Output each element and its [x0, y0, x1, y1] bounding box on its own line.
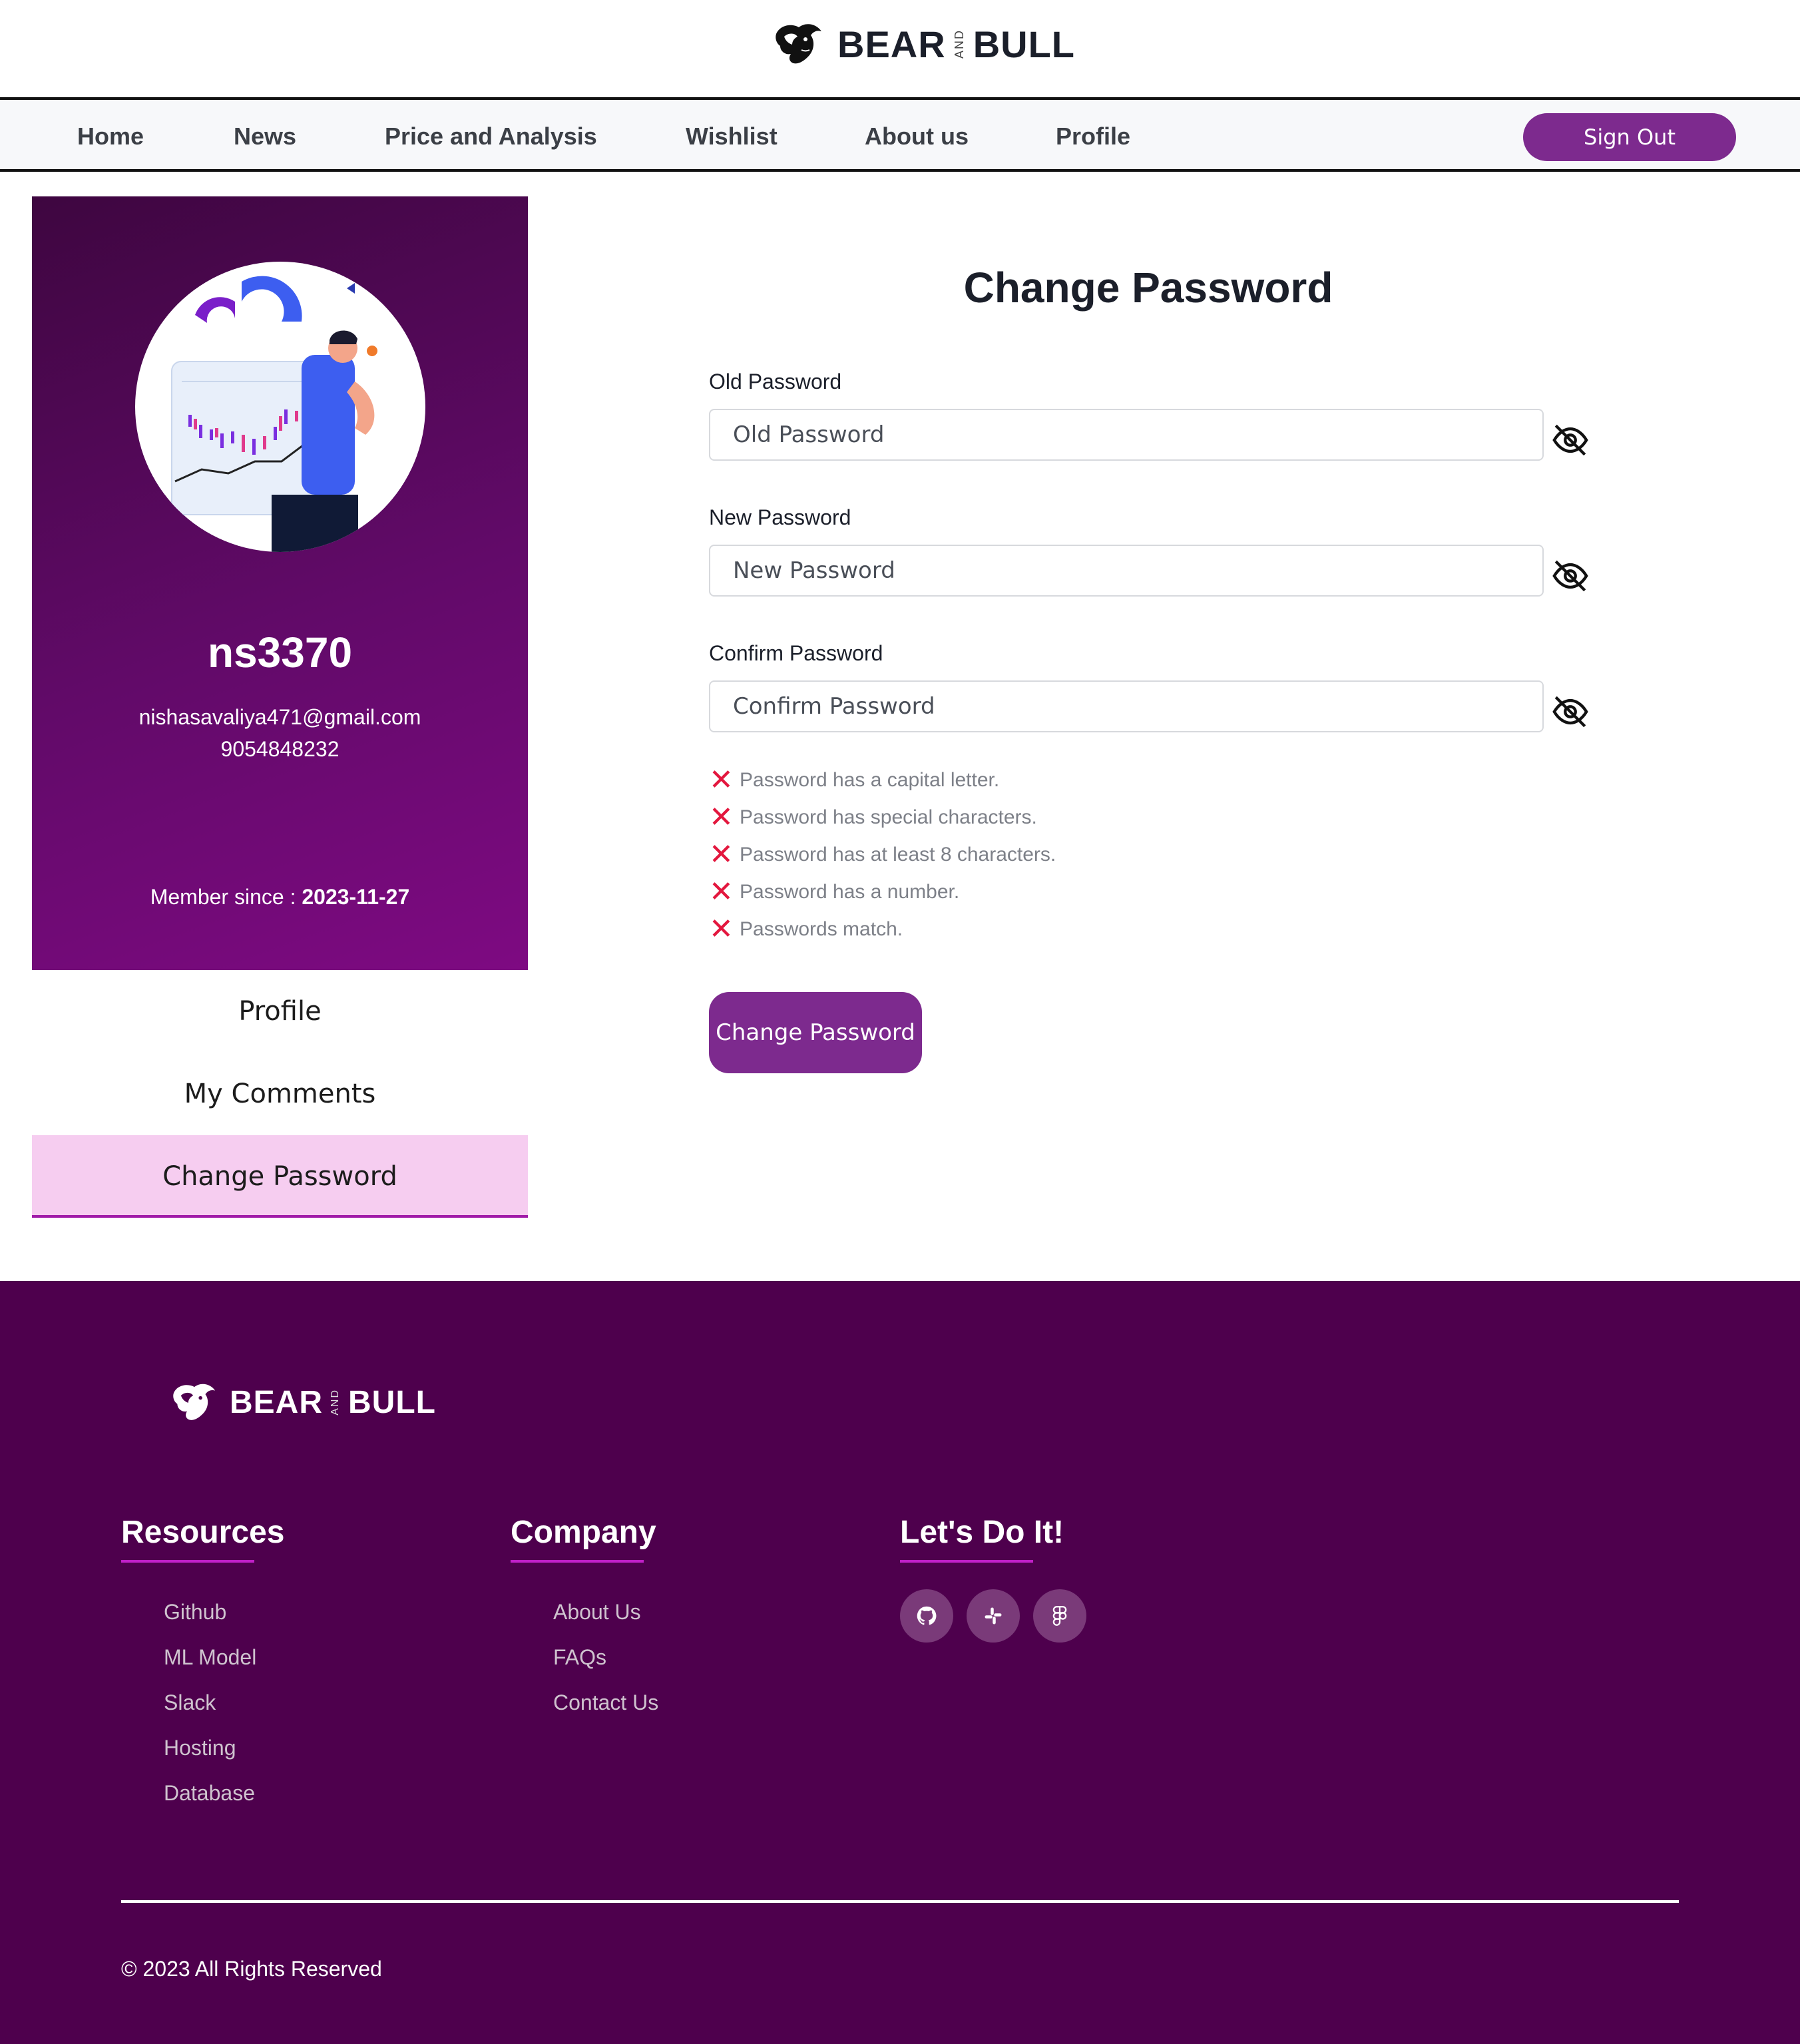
footer-heading-resources: Resources	[121, 1514, 284, 1563]
new-password-input[interactable]	[709, 545, 1544, 597]
footer-company: Company About Us FAQs Contact Us	[511, 1514, 658, 1725]
side-item-profile[interactable]: Profile	[32, 970, 528, 1053]
cross-icon: ✕	[709, 876, 734, 908]
brand-logo[interactable]: BEAR AND BULL	[772, 17, 1075, 71]
sign-out-button[interactable]: Sign Out	[1523, 113, 1736, 161]
nav-wishlist[interactable]: Wishlist	[686, 101, 778, 172]
nav-price-analysis[interactable]: Price and Analysis	[385, 101, 597, 172]
footer-divider	[121, 1900, 1679, 1903]
site-footer: BEAR AND BULL Resources Github ML Model …	[0, 1281, 1800, 2044]
github-button[interactable]	[900, 1589, 953, 1643]
cross-icon: ✕	[709, 801, 734, 834]
footer-link-ml-model[interactable]: ML Model	[164, 1635, 284, 1680]
confirm-password-input[interactable]	[709, 680, 1544, 732]
brand-and: AND	[330, 1389, 341, 1415]
nav-home[interactable]: Home	[77, 101, 144, 172]
side-item-change-password[interactable]: Change Password	[32, 1135, 528, 1218]
profile-side-menu: Profile My Comments Change Password	[32, 970, 528, 1218]
rule-item: ✕ Password has special characters.	[709, 799, 1056, 836]
rule-text: Password has special characters.	[740, 806, 1037, 828]
new-password-label: New Password	[709, 505, 851, 529]
rule-text: Passwords match.	[740, 918, 903, 940]
figma-icon	[1052, 1606, 1067, 1626]
profile-card: ns3370 nishasavaliya471@gmail.com 905484…	[32, 196, 528, 970]
cross-icon: ✕	[709, 764, 734, 796]
footer-brand-logo[interactable]: BEAR AND BULL	[170, 1381, 436, 1423]
profile-email: nishasavaliya471@gmail.com	[138, 705, 421, 729]
footer-heading-company: Company	[511, 1514, 656, 1563]
top-header: BEAR AND BULL	[0, 0, 1800, 100]
footer-link-faqs[interactable]: FAQs	[553, 1635, 658, 1680]
rule-item: ✕ Password has a capital letter.	[709, 762, 1056, 799]
profile-phone: 9054848232	[220, 737, 339, 761]
footer-link-hosting[interactable]: Hosting	[164, 1725, 284, 1770]
main-navbar: Home News Price and Analysis Wishlist Ab…	[0, 101, 1800, 172]
footer-resources: Resources Github ML Model Slack Hosting …	[121, 1514, 284, 1816]
member-since-date: 2023-11-27	[302, 885, 410, 909]
footer-social: Let's Do It!	[900, 1514, 1086, 1643]
brand-wordmark: BEAR AND BULL	[837, 23, 1075, 66]
github-icon	[917, 1606, 937, 1625]
figma-button[interactable]	[1033, 1589, 1086, 1643]
confirm-password-label: Confirm Password	[709, 641, 883, 665]
hide-password-icon[interactable]	[1551, 557, 1590, 595]
footer-link-contact-us[interactable]: Contact Us	[553, 1680, 658, 1725]
rule-item: ✕ Passwords match.	[709, 911, 1056, 948]
avatar	[135, 262, 425, 552]
bull-logo-icon	[173, 1384, 216, 1420]
rule-text: Password has a capital letter.	[740, 769, 1000, 791]
profile-username: ns3370	[207, 629, 353, 676]
brand-bear: BEAR	[230, 1384, 324, 1420]
brand-bull: BULL	[348, 1384, 436, 1420]
rule-text: Password has at least 8 characters.	[740, 844, 1056, 866]
member-since: Member since : 2023-11-27	[32, 885, 528, 909]
footer-link-database[interactable]: Database	[164, 1770, 284, 1816]
hide-password-icon[interactable]	[1551, 692, 1590, 731]
social-links	[900, 1589, 1086, 1643]
nav-profile[interactable]: Profile	[1056, 101, 1130, 172]
brand-and: AND	[952, 29, 966, 59]
brand-bear: BEAR	[837, 23, 946, 65]
old-password-label: Old Password	[709, 370, 842, 393]
old-password-input[interactable]	[709, 409, 1544, 461]
rule-item: ✕ Password has a number.	[709, 874, 1056, 911]
footer-resources-links: Github ML Model Slack Hosting Database	[121, 1589, 284, 1816]
footer-heading-social: Let's Do It!	[900, 1514, 1064, 1563]
rule-item: ✕ Password has at least 8 characters.	[709, 836, 1056, 874]
slack-icon	[985, 1607, 1002, 1625]
footer-brand-wordmark: BEAR AND BULL	[230, 1384, 436, 1421]
password-rules: ✕ Password has a capital letter. ✕ Passw…	[709, 762, 1056, 948]
nav-news[interactable]: News	[234, 101, 296, 172]
member-since-label: Member since :	[150, 885, 302, 909]
footer-company-links: About Us FAQs Contact Us	[511, 1589, 658, 1725]
hide-password-icon[interactable]	[1551, 421, 1590, 459]
change-password-button[interactable]: Change Password	[709, 992, 922, 1073]
slack-button[interactable]	[967, 1589, 1020, 1643]
footer-link-slack[interactable]: Slack	[164, 1680, 284, 1725]
copyright-text: © 2023 All Rights Reserved	[121, 1957, 382, 1981]
rule-text: Password has a number.	[740, 881, 960, 903]
cross-icon: ✕	[709, 913, 734, 945]
trader-illustration	[171, 276, 377, 552]
cross-icon: ✕	[709, 838, 734, 871]
bull-logo-icon	[776, 24, 821, 64]
footer-link-github[interactable]: Github	[164, 1589, 284, 1635]
side-item-my-comments[interactable]: My Comments	[32, 1053, 528, 1135]
brand-bull: BULL	[973, 23, 1075, 65]
nav-about-us[interactable]: About us	[865, 101, 969, 172]
page-title: Change Password	[963, 264, 1333, 312]
footer-link-about-us[interactable]: About Us	[553, 1589, 658, 1635]
